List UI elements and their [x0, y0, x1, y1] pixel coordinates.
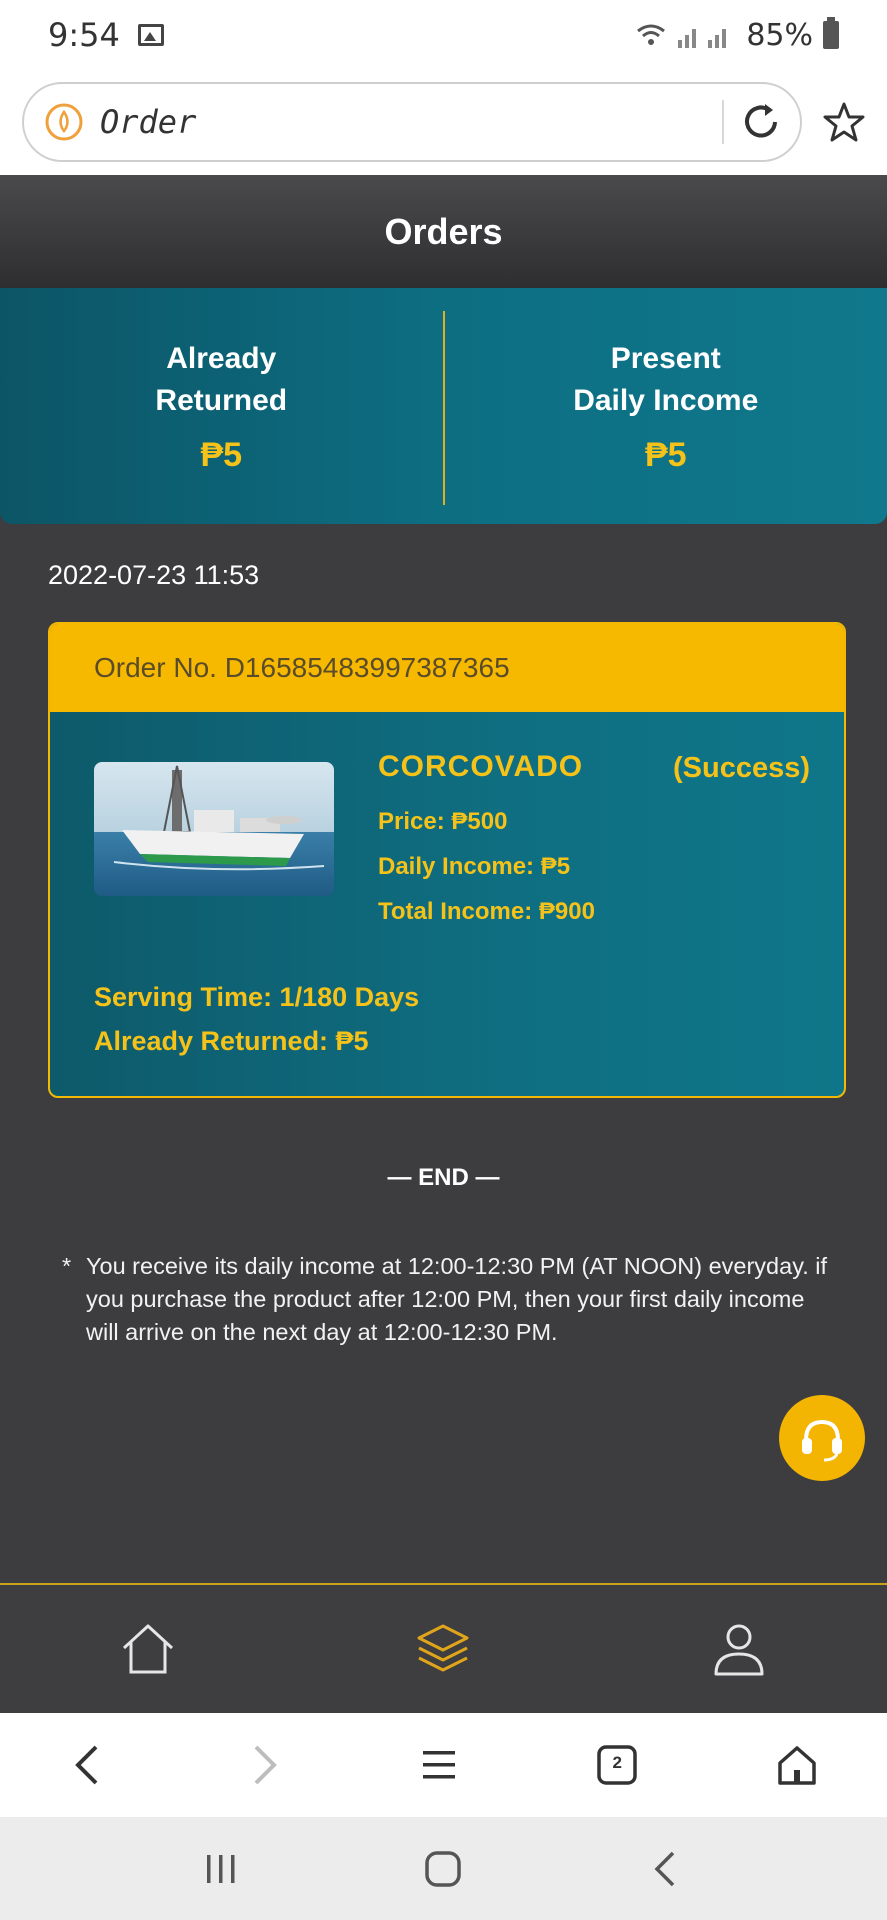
url-divider: [722, 100, 724, 144]
site-logo-icon: [45, 103, 83, 141]
bookmark-star-icon[interactable]: [822, 100, 866, 144]
browser-address-bar: Order: [0, 70, 887, 175]
product-price: Price: ₱500: [378, 808, 508, 835]
list-end-marker: — END —: [387, 1164, 500, 1191]
system-back-icon[interactable]: [646, 1849, 686, 1889]
tab-home[interactable]: [88, 1599, 208, 1699]
battery-percent: 85%: [746, 17, 813, 53]
url-field[interactable]: Order: [22, 82, 802, 162]
customer-service-button[interactable]: [779, 1395, 865, 1481]
present-income-label-line2: Daily Income: [573, 383, 759, 417]
tab-count: 2: [612, 1753, 623, 1772]
income-note: * You receive its daily income at 12:00-…: [62, 1250, 842, 1349]
signal-icon: [678, 29, 727, 48]
menu-icon[interactable]: [419, 1743, 459, 1787]
already-returned-label: Already Returned: [155, 338, 287, 422]
order-number: Order No. D16585483997387365: [94, 652, 510, 683]
tabs-button[interactable]: 2: [595, 1743, 639, 1787]
bottom-tab-bar: [0, 1583, 887, 1713]
forward-icon[interactable]: [244, 1743, 284, 1787]
url-text: Order: [100, 103, 197, 141]
page-title: Orders: [384, 210, 503, 252]
user-icon: [714, 1624, 764, 1676]
back-icon[interactable]: [68, 1743, 108, 1787]
wifi-icon: [637, 24, 666, 45]
status-left: 9:54: [48, 16, 164, 54]
present-income-summary: Present Daily Income ₱5: [445, 288, 887, 524]
reload-icon[interactable]: [738, 99, 784, 145]
browser-nav-bar: 2: [0, 1713, 887, 1817]
system-nav-bar: [0, 1817, 887, 1920]
note-text: You receive its daily income at 12:00-12…: [86, 1253, 828, 1345]
image-notification-icon: [137, 24, 164, 46]
product-image: [94, 762, 334, 896]
already-returned-value: ₱5: [200, 435, 243, 474]
layers-icon: [417, 1624, 469, 1672]
already-returned-label-line1: Already: [166, 341, 277, 375]
status-time: 9:54: [48, 16, 120, 54]
present-income-value: ₱5: [644, 435, 687, 474]
status-right: 85%: [636, 17, 839, 53]
tab-profile[interactable]: [679, 1599, 799, 1699]
present-income-label: Present Daily Income: [573, 338, 758, 422]
order-already-returned: Already Returned: ₱5: [94, 1026, 369, 1056]
system-home-icon[interactable]: [423, 1849, 463, 1889]
present-income-label-line1: Present: [610, 341, 721, 375]
summary-panel: Already Returned ₱5 Present Daily Income…: [0, 288, 887, 524]
browser-home-icon[interactable]: [775, 1743, 819, 1787]
order-card-header: Order No. D16585483997387365: [50, 624, 844, 712]
already-returned-summary: Already Returned ₱5: [0, 288, 443, 524]
app-header: Orders: [0, 175, 887, 288]
product-name: CORCOVADO: [378, 750, 584, 783]
product-total-income: Total Income: ₱900: [378, 898, 595, 925]
home-icon: [122, 1624, 173, 1674]
tab-orders[interactable]: [383, 1599, 503, 1699]
battery-icon: [823, 17, 839, 49]
product-daily-income: Daily Income: ₱5: [378, 853, 571, 880]
headset-icon: [802, 1419, 842, 1462]
recent-apps-icon[interactable]: [201, 1851, 241, 1887]
order-card-body: CORCOVADO (Success) Price: ₱500 Daily In…: [50, 712, 844, 1096]
already-returned-label-line2: Returned: [155, 383, 288, 417]
note-asterisk: *: [62, 1253, 72, 1279]
serving-time: Serving Time: 1/180 Days: [94, 982, 420, 1012]
status-bar: 9:54 85%: [0, 0, 887, 70]
order-status: (Success): [672, 752, 810, 784]
order-card[interactable]: Order No. D16585483997387365 CORCOVADO (…: [48, 622, 846, 1098]
order-date: 2022-07-23 11:53: [48, 560, 260, 590]
